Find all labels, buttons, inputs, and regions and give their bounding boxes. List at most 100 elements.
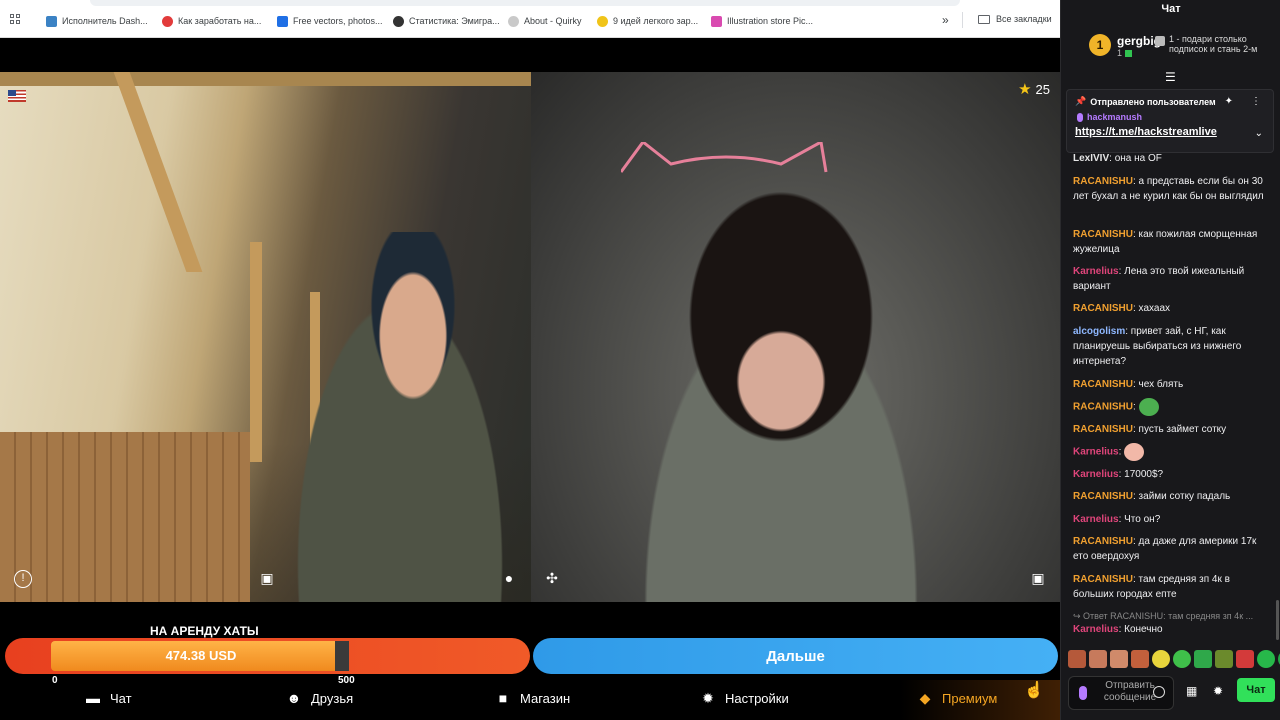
streamer-right (571, 142, 991, 602)
chat-message: RACANISHU: да даже для америки 17к ето о… (1073, 536, 1257, 562)
chat-message: Karnelius: (1073, 443, 1268, 461)
chevron-down-icon[interactable]: ⌄ (1255, 128, 1263, 139)
tab-shop[interactable]: ■ Магазин (494, 688, 570, 708)
goal-max: 500 (338, 675, 355, 686)
emote-icon[interactable] (1152, 650, 1170, 668)
premium-icon: ◆ (919, 689, 931, 706)
chat-message: RACANISHU: а представь если бы он 30 лет… (1073, 176, 1264, 202)
chat-message: RACANISHU: пусть займет сотку (1073, 424, 1227, 435)
more-bookmarks-icon[interactable]: » (942, 13, 949, 27)
bookmark-favicon (597, 15, 608, 27)
bookmark-favicon (277, 15, 288, 27)
tab-chat[interactable]: ▬ Чат (84, 688, 132, 708)
goal-title: НА АРЕНДУ ХАТЫ (150, 624, 259, 638)
rank-badge: 1 (1089, 34, 1111, 56)
emote-icon[interactable] (1068, 650, 1086, 668)
chat-message: RACANISHU: займи сотку падаль (1073, 491, 1231, 502)
profile-icon[interactable]: ● (500, 570, 518, 588)
emote-icon[interactable] (1236, 650, 1254, 668)
bookmark-favicon (46, 15, 57, 27)
gift-shop-icon[interactable]: ▦ (1186, 684, 1197, 698)
bookmark-favicon (162, 15, 173, 27)
bookmark-item[interactable]: About - Quirky (508, 14, 582, 28)
bookmark-item[interactable]: Статистика: Эмигра... (393, 14, 500, 28)
pinned-message[interactable]: 📌 Отправлено пользователем ✦ ⋮ hackmanush… (1066, 89, 1274, 153)
mic-icon[interactable] (1079, 686, 1087, 700)
emote-icon[interactable] (1194, 650, 1212, 668)
chat-message: alcogolism: привет зай, с НГ, как планир… (1073, 326, 1242, 367)
chat-settings-icon[interactable]: ✹ (1213, 684, 1223, 698)
wood-wall-panel (0, 432, 250, 602)
hexagon-icon (1155, 36, 1165, 46)
mic-badge-icon (1077, 112, 1083, 122)
emote-icon[interactable] (1257, 650, 1275, 668)
chat-message: Karnelius: Конечно (1073, 624, 1163, 635)
emote-icon[interactable] (1110, 650, 1128, 668)
bookmark-favicon (711, 15, 722, 27)
pinned-user: hackmanush (1077, 112, 1142, 122)
reply-icon: ↪ (1073, 611, 1084, 621)
folder-icon (978, 14, 990, 24)
rating-badge: ★ 25 (1018, 81, 1050, 98)
chat-icon: ▬ (86, 690, 100, 706)
rafter (113, 72, 203, 272)
gift-icon[interactable]: ▣ (258, 570, 276, 588)
apps-grid-icon[interactable] (10, 14, 22, 26)
chat-message: RACANISHU: чех блять (1073, 379, 1184, 390)
emote-icon[interactable] (1173, 650, 1191, 668)
unpin-icon[interactable]: ✦ (1225, 96, 1233, 107)
donor-hint: 1 - подари столько подписок и стань 2-м (1155, 34, 1275, 54)
expand-leaderboard-icon[interactable]: ☰ (1165, 70, 1176, 84)
top-donor[interactable]: 1 gergbig 1 (1089, 34, 1161, 58)
goal-min: 0 (52, 675, 58, 686)
tab-friends[interactable]: ☻ Друзья (285, 688, 354, 708)
chat-message: Karnelius: Что он? (1073, 514, 1161, 525)
bookmark-favicon (508, 15, 519, 27)
video-left: ! ▣ ● (0, 72, 531, 602)
pinned-link[interactable]: https://t.me/hackstreamlive (1075, 126, 1217, 138)
emote-icon[interactable] (1131, 650, 1149, 668)
bookmark-item[interactable]: 9 идей легкого зар... (597, 14, 698, 28)
chat-message: Karnelius: Лена это твой ижеальный вариа… (1073, 266, 1245, 292)
emote-icon[interactable] (1215, 650, 1233, 668)
emoji-icon[interactable] (1153, 686, 1165, 698)
hand-cursor-icon: ☝ (1024, 682, 1044, 699)
pepe-emote-icon (1138, 398, 1159, 416)
bookmark-item[interactable]: Illustration store Pic... (711, 14, 813, 28)
report-icon[interactable]: ! (14, 570, 32, 588)
chat-message: RACANISHU: там средняя зп 4к в больших г… (1073, 574, 1230, 600)
all-bookmarks-folder[interactable]: Все закладки (978, 14, 1052, 24)
chat-input[interactable]: Отправить сообщение (1068, 676, 1174, 710)
goal-amount: 474.38 USD (165, 648, 237, 663)
chat-title: Чат (1161, 3, 1181, 15)
app-root: Исполнитель Dash... Как заработать на...… (0, 0, 1280, 720)
tab-premium[interactable]: ◆ Премиум (916, 688, 998, 708)
bookmark-item[interactable]: Free vectors, photos... (277, 14, 383, 28)
gamepad-icon[interactable]: ✣ (543, 570, 561, 588)
tab-settings[interactable]: ✹ Настройки (699, 688, 789, 708)
goal-progress-bar: 474.38 USD (5, 638, 530, 674)
more-options-icon[interactable]: ⋮ (1251, 96, 1261, 107)
chat-message: RACANISHU: (1073, 398, 1268, 416)
shop-icon: ■ (498, 690, 508, 706)
chat-scrollbar[interactable] (1276, 600, 1279, 640)
emote-bar (1068, 650, 1280, 668)
bookmark-item[interactable]: Как заработать на... (162, 14, 261, 28)
chat-message: RACANISHU: как пожилая сморщенная жужели… (1073, 229, 1258, 255)
bookmark-item[interactable]: Исполнитель Dash... (46, 14, 148, 28)
chat-message: LexIVIV: она на OF (1073, 153, 1162, 164)
streamer-left (270, 232, 530, 602)
pin-icon: 📌 (1075, 96, 1087, 106)
emote-icon[interactable] (1089, 650, 1107, 668)
next-button[interactable]: Дальше (533, 638, 1058, 674)
gift-icon[interactable]: ▣ (1029, 570, 1047, 588)
pinned-header: 📌 Отправлено пользователем (1075, 96, 1216, 107)
friends-icon: ☻ (286, 690, 302, 706)
cat-ears-headband (621, 142, 828, 173)
gear-icon: ✹ (702, 689, 714, 706)
chat-message: RACANISHU: хахаах (1073, 303, 1171, 314)
bookmarks-divider (962, 12, 963, 28)
send-chat-button[interactable]: Чат (1237, 678, 1275, 702)
bookmarks-bar: Исполнитель Dash... Как заработать на...… (0, 0, 1060, 38)
wood-post (250, 242, 262, 462)
